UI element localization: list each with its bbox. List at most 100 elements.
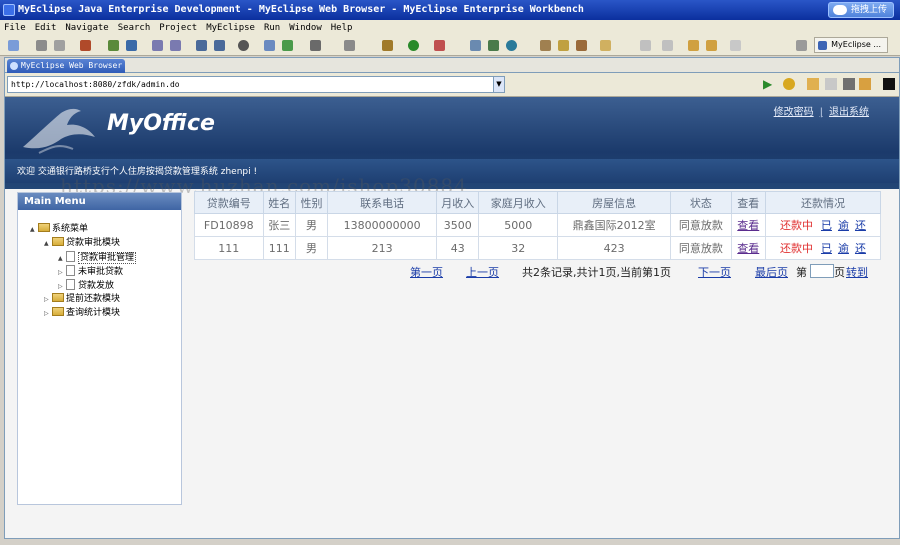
browser-tab-icon [10,62,18,70]
globe-icon[interactable] [238,40,249,51]
next-page-link[interactable]: 下一页 [698,264,731,280]
menu-myeclipse[interactable]: MyEclipse [206,20,255,36]
goto-link[interactable]: 转到 [846,264,868,280]
cell-family-income: 32 [478,236,559,260]
menu-bar: File Edit Navigate Search Project MyEcli… [0,20,900,36]
url-dropdown-button[interactable]: ▼ [493,76,505,93]
server-icon[interactable] [80,40,91,51]
folder-icon[interactable] [600,40,611,51]
stop-icon[interactable] [843,78,855,90]
tree-node-loan-approval-manage[interactable]: ▲ 贷款审批管理 [58,251,137,265]
menu-search[interactable]: Search [118,20,151,36]
go-icon[interactable]: ▶ [763,78,775,90]
new-java-icon[interactable] [470,40,481,51]
server-config-icon[interactable] [196,40,207,51]
view-source-icon[interactable] [883,78,895,90]
annotation-icon[interactable] [576,40,587,51]
repaid-link[interactable]: 已 [821,242,832,255]
bookmark-icon[interactable] [783,78,795,90]
expand-icon[interactable]: ▷ [44,307,52,320]
open-perspective-icon[interactable] [796,40,807,51]
first-page-link[interactable]: 第一页 [410,264,443,280]
tree-node-label: 提前还款模块 [66,294,121,304]
change-password-link[interactable]: 修改密码 [774,107,814,118]
print-icon[interactable] [54,40,65,51]
back-arrow-icon[interactable] [807,78,819,90]
page-number-input[interactable] [810,264,834,278]
search-icon[interactable] [558,40,569,51]
tab-web-browser[interactable]: MyEclipse Web Browser [7,59,125,73]
cell-status: 同意放款 [670,213,732,237]
menu-help[interactable]: Help [331,20,353,36]
new-icon[interactable] [8,40,19,51]
expand-icon[interactable]: ▷ [44,293,52,306]
new-class-icon[interactable] [506,40,517,51]
cloud-upload-button[interactable]: 拖拽上传 [827,2,894,18]
refresh-page-icon[interactable] [859,78,871,90]
cell-repayment: 还款中已逾还 [764,236,882,260]
tree-node-system-menu[interactable]: ▲ 系统菜单 [30,223,88,236]
prev-annotation-icon[interactable] [662,40,673,51]
run-icon[interactable] [408,40,419,51]
menu-navigate[interactable]: Navigate [65,20,108,36]
prev-page-link[interactable]: 上一页 [466,264,499,280]
tree-node-loan-disbursement[interactable]: ▷ 贷款发放 [58,279,114,292]
loan-table: 贷款编号 姓名 性别 联系电话 月收入 家庭月收入 房屋信息 状态 查看 还款情… [194,191,882,260]
cell-gender: 男 [294,236,329,260]
sidebar-title: Main Menu [18,193,181,210]
back-icon[interactable] [688,40,699,51]
menu-edit[interactable]: Edit [35,20,57,36]
build-icon[interactable] [126,40,137,51]
new-package-icon[interactable] [488,40,499,51]
deploy-icon[interactable] [152,40,163,51]
repaying-status: 还款中 [779,219,813,232]
expand-icon[interactable]: ▷ [58,280,66,293]
menu-file[interactable]: File [4,20,26,36]
publish-icon[interactable] [170,40,181,51]
last-page-link[interactable]: 最后页 [755,264,788,280]
forward-icon[interactable] [706,40,717,51]
expand-icon[interactable]: ▷ [58,266,66,279]
menu-run[interactable]: Run [264,20,280,36]
history-icon[interactable] [730,40,741,51]
collapse-icon[interactable]: ▲ [58,252,66,265]
debug-icon[interactable] [108,40,119,51]
goto-prefix: 第 [796,266,807,279]
forward-arrow-icon[interactable] [825,78,837,90]
debug-config-icon[interactable] [382,40,393,51]
cell-house-info: 423 [557,236,672,260]
perspective-switcher[interactable]: MyEclipse ... [814,37,888,53]
collapse-icon[interactable]: ▲ [30,223,38,236]
refresh-icon[interactable] [282,40,293,51]
save-icon[interactable] [36,40,47,51]
open-task-icon[interactable] [540,40,551,51]
view-link[interactable]: 查看 [730,236,766,260]
column-header: 查看 [730,191,766,214]
view-link[interactable]: 查看 [730,213,766,237]
repay-link[interactable]: 还 [855,219,866,232]
browser-icon[interactable] [214,40,225,51]
tree-node-label: 系统菜单 [52,224,89,234]
goto-suffix: 页 [834,266,845,279]
new-server-icon[interactable] [344,40,355,51]
menu-window[interactable]: Window [289,20,322,36]
external-run-icon[interactable] [434,40,445,51]
tree-node-loan-approval-module[interactable]: ▲ 贷款审批模块 [44,237,120,250]
repay-link[interactable]: 还 [855,242,866,255]
tree-node-query-stats[interactable]: ▷ 查询统计模块 [44,307,120,320]
cloud-upload-label: 拖拽上传 [850,5,887,15]
bird-logo-icon [23,108,95,154]
overdue-link[interactable]: 逾 [838,242,849,255]
logout-link[interactable]: 退出系统 [829,107,869,118]
url-input[interactable]: http://localhost:8080/zfdk/admin.do [7,76,494,93]
next-annotation-icon[interactable] [640,40,651,51]
myeclipse-app-icon [3,4,15,16]
collapse-icon[interactable]: ▲ [44,237,52,250]
repaid-link[interactable]: 已 [821,219,832,232]
overdue-link[interactable]: 逾 [838,219,849,232]
tree-node-early-repayment[interactable]: ▷ 提前还款模块 [44,293,120,306]
open-type-icon[interactable] [264,40,275,51]
external-tools-icon[interactable] [310,40,321,51]
menu-project[interactable]: Project [159,20,197,36]
tree-node-unapproved-loans[interactable]: ▷ 未审批贷款 [58,265,123,278]
